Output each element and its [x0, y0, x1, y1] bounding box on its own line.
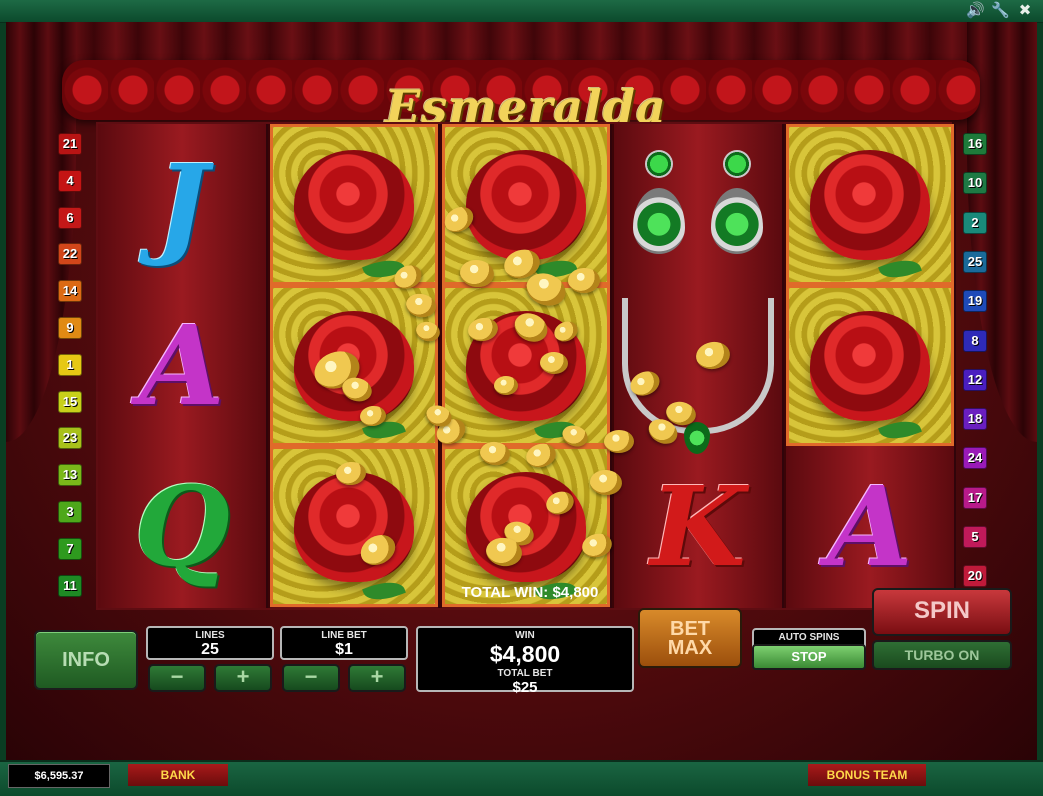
total-bet-label: TOTAL BET [497, 668, 553, 679]
symbol-q: Q [98, 446, 266, 607]
payline-badge[interactable]: 13 [58, 464, 82, 487]
payline-badge[interactable]: 6 [58, 206, 82, 229]
win-panel: WIN $4,800 TOTAL BET $25 [416, 626, 634, 696]
lines-label: LINES [195, 630, 225, 641]
lines-minus-button[interactable]: − [148, 664, 206, 692]
line-bet-value: $1 [335, 641, 353, 658]
line-bet-label: LINE BET [321, 630, 367, 641]
rose-icon [466, 149, 586, 260]
payline-badge[interactable]: 24 [963, 447, 987, 470]
win-label: WIN [515, 630, 535, 641]
payline-badge[interactable]: 16 [963, 133, 987, 155]
bank-button[interactable]: BANK [128, 764, 228, 786]
line-bet-minus-button[interactable]: − [282, 664, 340, 692]
earrings-icon [631, 149, 765, 260]
symbol-letter: K [650, 461, 746, 591]
win-value: $4,800 [489, 641, 561, 667]
top-bar: 🔊 🔧 ✖ [0, 0, 1043, 23]
rose-icon [294, 471, 414, 582]
symbol-letter: Q [134, 461, 230, 591]
coin-icon [494, 376, 518, 395]
bet-max-line2: MAX [667, 637, 713, 659]
bonus-team-button[interactable]: BONUS TEAM [808, 764, 926, 786]
payline-badge[interactable]: 20 [963, 565, 987, 588]
balance-display: $6,595.37 [8, 764, 110, 788]
total-bet-value: $25 [512, 679, 538, 696]
line-bet-plus-button[interactable]: + [348, 664, 406, 692]
payline-badge[interactable]: 5 [963, 526, 987, 548]
info-button[interactable]: INFO [34, 630, 138, 690]
speaker-icon[interactable]: 🔊 [966, 2, 985, 20]
payline-badge[interactable]: 15 [58, 390, 82, 413]
symbol-rose [786, 285, 954, 446]
spin-button[interactable]: SPIN [872, 588, 1012, 636]
payline-badge[interactable]: 17 [963, 486, 987, 509]
rose-icon [294, 149, 414, 260]
payline-badge[interactable]: 19 [963, 290, 987, 313]
payline-badge[interactable]: 18 [963, 408, 987, 431]
payline-badge[interactable]: 23 [58, 427, 82, 450]
payline-badge[interactable]: 11 [58, 574, 82, 597]
payline-badge[interactable]: 25 [963, 250, 987, 273]
payline-badge[interactable]: 3 [58, 501, 82, 523]
rose-icon [810, 149, 930, 260]
payline-badge[interactable]: 2 [963, 211, 987, 234]
payline-badge[interactable]: 8 [963, 329, 987, 352]
close-icon[interactable]: ✖ [1016, 2, 1034, 20]
reel-1: JAQ [98, 124, 268, 608]
symbol-rose [786, 124, 954, 285]
lines-value: 25 [201, 641, 219, 658]
payline-badge[interactable]: 1 [58, 353, 82, 376]
symbol-j: J [98, 124, 266, 285]
payline-badge[interactable]: 7 [58, 537, 82, 560]
reel-5: A [786, 124, 956, 608]
payline-badge[interactable]: 12 [963, 368, 987, 391]
symbol-rose [270, 124, 438, 285]
symbol-earrings [614, 124, 782, 285]
symbol-rose [442, 285, 610, 446]
payline-badge[interactable]: 9 [58, 317, 82, 339]
total-win-text: TOTAL WIN: $4,800 [461, 584, 599, 601]
symbol-k: K [614, 446, 782, 607]
line-bet-panel: LINE BET $1 [280, 626, 408, 660]
wrench-icon[interactable]: 🔧 [991, 2, 1010, 20]
stop-button[interactable]: STOP [752, 644, 866, 670]
symbol-necklace [614, 285, 782, 454]
lines-panel: LINES 25 [146, 626, 274, 660]
payline-badge[interactable]: 4 [58, 169, 82, 192]
necklace-icon [622, 297, 774, 454]
auto-spins-label: AUTO SPINS [778, 632, 840, 643]
symbol-letter: A [827, 461, 913, 591]
bet-max-button[interactable]: BET MAX [638, 608, 742, 668]
symbol-a: A [786, 446, 954, 607]
symbol-letter: A [139, 300, 225, 430]
payline-badge[interactable]: 21 [58, 133, 82, 155]
symbol-a: A [98, 285, 266, 446]
rose-icon [810, 310, 930, 421]
reel-4: K [614, 124, 784, 608]
lines-plus-button[interactable]: + [214, 664, 272, 692]
symbol-letter: J [155, 139, 209, 269]
payline-badge[interactable]: 14 [58, 280, 82, 303]
payline-badge[interactable]: 10 [963, 172, 987, 195]
turbo-button[interactable]: TURBO ON [872, 640, 1012, 670]
payline-badge[interactable]: 22 [58, 243, 82, 266]
